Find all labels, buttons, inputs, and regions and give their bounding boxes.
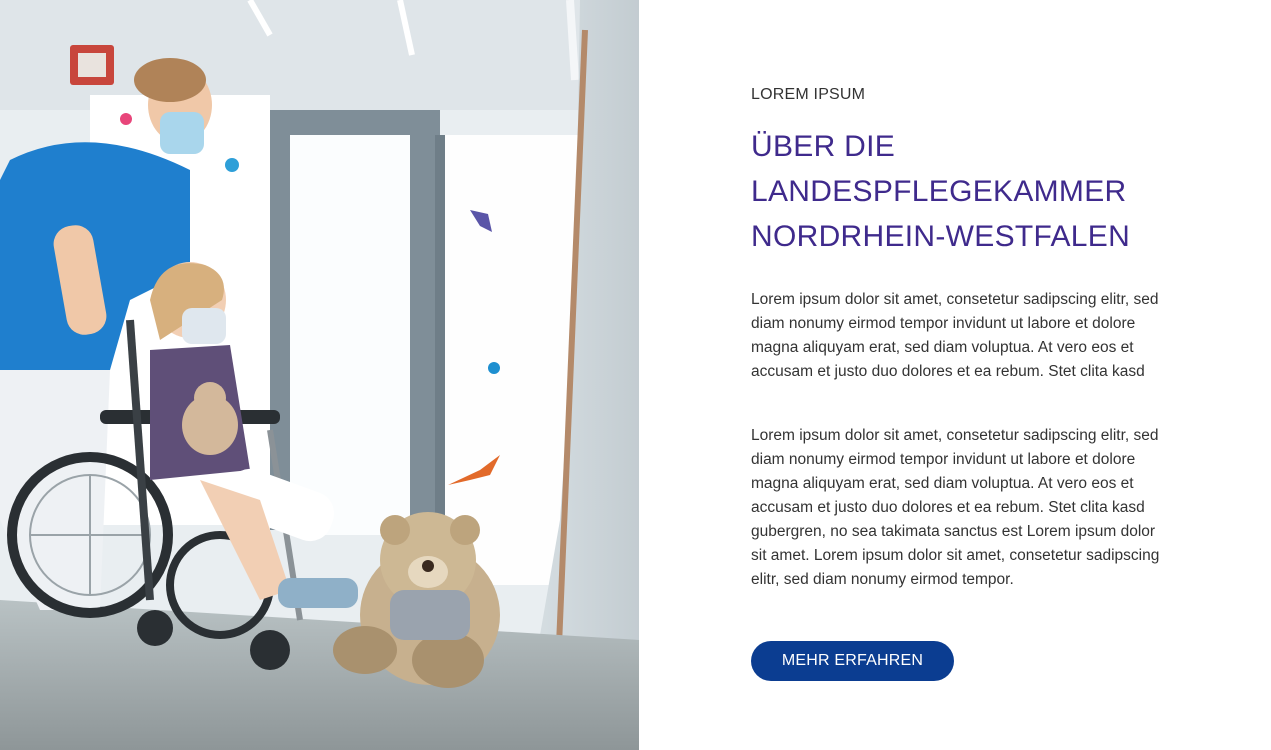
hero-photo [0, 0, 639, 750]
section-title-line: ÜBER DIE [751, 130, 896, 163]
section-title-line: LANDESPFLEGEKAMMER [751, 175, 1127, 208]
hospital-photo-illustration [0, 0, 639, 750]
mehr-erfahren-button[interactable]: MEHR ERFAHREN [751, 641, 954, 681]
body-paragraph: Lorem ipsum dolor sit amet, consetetur s… [751, 427, 1160, 588]
section-title-line: NORDRHEIN-WESTFALEN [751, 220, 1131, 253]
body-paragraph: Lorem ipsum dolor sit amet, consetetur s… [751, 291, 1159, 380]
section-title: ÜBER DIE LANDESPFLEGEKAMMER NORDRHEIN-WE… [751, 124, 1171, 259]
section-eyebrow: LOREM IPSUM [751, 86, 866, 103]
